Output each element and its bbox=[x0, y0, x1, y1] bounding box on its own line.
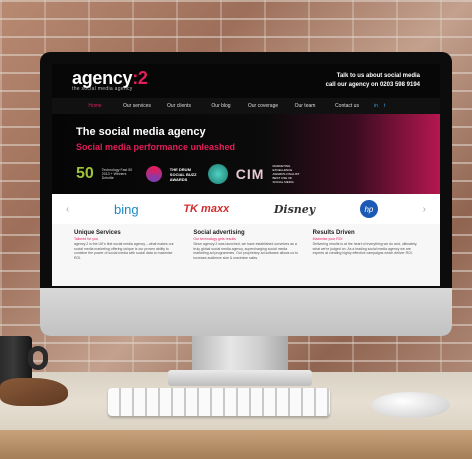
mug-handle bbox=[28, 346, 48, 370]
feature-unique-services: Unique Services Tailored for you agency:… bbox=[74, 230, 179, 286]
hero-title: The social media agency bbox=[76, 126, 206, 138]
features-section: Unique Services Tailored for you agency:… bbox=[52, 224, 440, 286]
client-logo-hp[interactable]: hp bbox=[359, 200, 378, 218]
contact-line-2[interactable]: call our agency on 0203 598 9194 bbox=[326, 81, 420, 90]
feature-title[interactable]: Results Driven bbox=[313, 230, 418, 236]
nav-item-clients[interactable]: Our clients bbox=[158, 103, 200, 109]
feature-subtitle: Maximise your ROI bbox=[312, 237, 343, 241]
nav-item-services[interactable]: Our services bbox=[116, 103, 158, 109]
feature-title[interactable]: Unique Services bbox=[74, 230, 179, 236]
feature-social-advertising: Social advertising Our technology gets r… bbox=[193, 230, 298, 286]
hero-subtitle: Social media performance unleashed bbox=[76, 142, 236, 152]
nav-item-team[interactable]: Our team bbox=[284, 103, 326, 109]
client-logo-disney[interactable]: Disney bbox=[274, 203, 315, 216]
nav-item-home[interactable]: Home bbox=[74, 103, 116, 109]
social-buzz-logo-icon bbox=[145, 166, 162, 182]
carousel-next-button[interactable]: › bbox=[423, 204, 426, 215]
logo-main: agency bbox=[72, 68, 133, 88]
feature-body: Since agency:2 was launched, we have est… bbox=[193, 242, 298, 260]
nav-item-contact[interactable]: Contact us bbox=[326, 103, 368, 109]
desk-edge bbox=[0, 430, 472, 459]
nav-item-coverage[interactable]: Our coverage bbox=[242, 103, 284, 109]
cim-logo: CIM bbox=[235, 166, 265, 182]
fast-50-text: Technology Fast 50 2013 + Winners Deloit… bbox=[101, 168, 133, 180]
client-carousel: ‹ bing TK maxx Disney hp › bbox=[52, 194, 440, 224]
twitter-icon[interactable]: t bbox=[384, 103, 385, 109]
magic-mouse[interactable] bbox=[372, 392, 450, 418]
imac-stand-base bbox=[168, 370, 312, 386]
site-logo[interactable]: agency:2 the social media agency bbox=[72, 68, 148, 92]
main-nav: Home Our services Our clients Our blog O… bbox=[52, 98, 440, 114]
social-buzz-text: THE DRUM SOCIAL BUZZ AWARDS bbox=[169, 166, 197, 182]
carousel-prev-button[interactable]: ‹ bbox=[66, 204, 69, 215]
feature-subtitle: Tailored for you bbox=[74, 237, 98, 241]
feature-body: agency:2 is the UK's first social media … bbox=[74, 242, 174, 260]
feature-subtitle: Our technology gets results bbox=[193, 237, 236, 241]
client-logo-bing[interactable]: bing bbox=[114, 202, 139, 217]
feature-body: Delivering results is at the heart of ev… bbox=[312, 242, 418, 255]
monitor-screen: agency:2 the social media agency Talk to… bbox=[52, 64, 440, 286]
awards-strip: 50 Technology Fast 50 2013 + Winners Del… bbox=[76, 162, 426, 186]
nav-item-blog[interactable]: Our blog bbox=[200, 103, 242, 109]
linkedin-icon[interactable]: in bbox=[374, 103, 378, 109]
contact-line-1: Talk to us about social media bbox=[336, 73, 420, 79]
site-header: agency:2 the social media agency Talk to… bbox=[52, 64, 440, 98]
keyboard[interactable] bbox=[108, 388, 330, 416]
header-contact: Talk to us about social media call our a… bbox=[326, 72, 420, 90]
logo-accent: :2 bbox=[132, 68, 148, 88]
fast-50-badge: 50 bbox=[76, 165, 94, 182]
feature-results-driven: Results Driven Maximise your ROI Deliver… bbox=[313, 230, 418, 286]
client-logo-tkmaxx[interactable]: TK maxx bbox=[183, 203, 229, 215]
napkin bbox=[0, 378, 68, 406]
feature-title[interactable]: Social advertising bbox=[193, 230, 298, 236]
hero-banner: The social media agency Social media per… bbox=[52, 114, 440, 194]
imac-chin bbox=[40, 288, 452, 336]
cim-award-text: MARKETING EXCELLENCE AWARDS FINALIST BES… bbox=[272, 164, 300, 184]
award-seal-icon bbox=[207, 164, 228, 184]
